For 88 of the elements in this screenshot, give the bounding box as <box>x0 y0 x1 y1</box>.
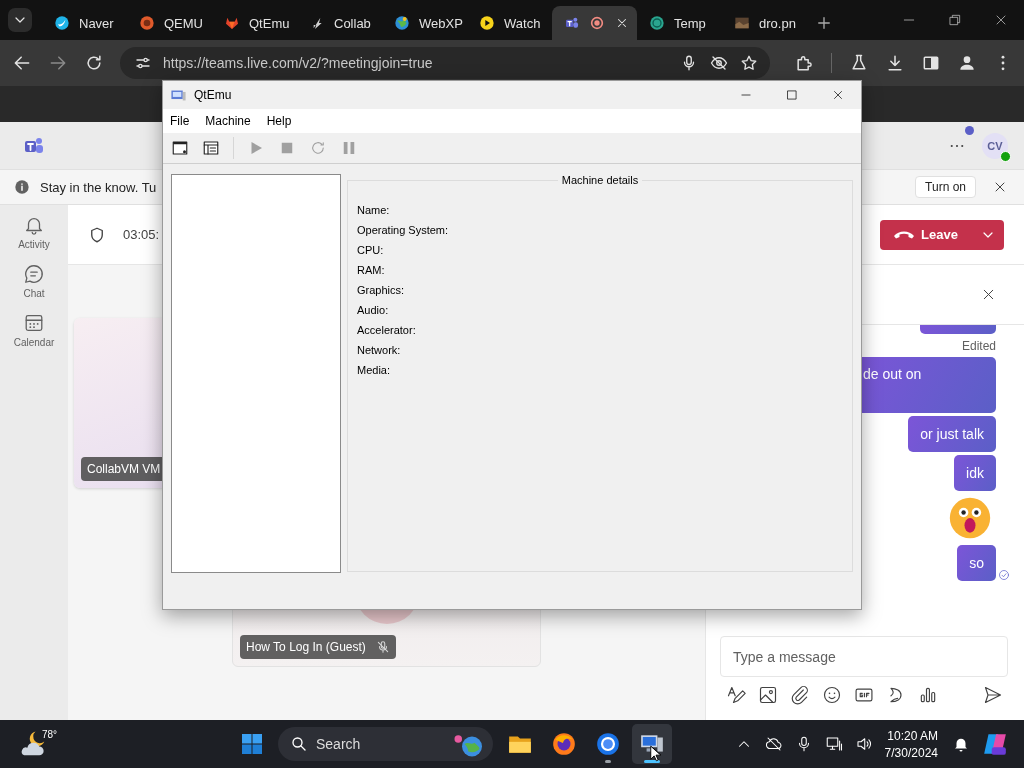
tab-title: Temp <box>674 15 706 31</box>
browser-tab[interactable] <box>552 6 637 40</box>
field-label: Audio: <box>357 303 390 318</box>
globe-icon <box>394 15 410 31</box>
field-label: Media: <box>357 363 392 378</box>
tab-title: QtEmu <box>249 15 290 31</box>
circle-icon <box>649 15 665 31</box>
field-label: Graphics: <box>357 283 406 298</box>
tab-title: Naver <box>79 15 114 31</box>
image-icon[interactable] <box>758 685 778 705</box>
group-title: Machine details <box>560 174 640 186</box>
browser-tab[interactable]: dro.pn <box>722 6 807 40</box>
browser-tab[interactable]: WebXP <box>382 6 467 40</box>
fox-icon <box>551 731 577 757</box>
bookmark-star-icon[interactable] <box>740 54 758 72</box>
mic-off-icon <box>375 640 390 654</box>
field-label: Operating System: <box>357 223 450 238</box>
window-title: QtEmu <box>194 88 232 102</box>
field-label: RAM: <box>357 263 386 278</box>
calendar-icon[interactable] <box>23 312 45 334</box>
clock-date[interactable]: 7/30/2024 <box>884 745 938 760</box>
turn-on-button[interactable]: Turn on <box>915 176 976 198</box>
banner-text: Stay in the know. Tu <box>40 179 157 195</box>
edited-label: Edited <box>961 339 996 353</box>
notification-dot <box>965 126 974 135</box>
info-icon <box>14 179 30 195</box>
field-label: CPU: <box>357 243 385 258</box>
rail-label[interactable]: Activity <box>18 239 50 250</box>
phone-icon <box>894 230 914 239</box>
user-avatar[interactable]: CV <box>982 132 1008 159</box>
eye-off-icon[interactable] <box>710 54 728 72</box>
people-icon <box>564 15 580 31</box>
status-dot <box>1000 150 1011 162</box>
ring-icon <box>595 731 621 757</box>
shield-icon <box>88 225 106 244</box>
emoji <box>948 496 992 540</box>
browser-tab[interactable]: QtEmu <box>212 6 297 40</box>
field-label: Accelerator: <box>357 323 417 338</box>
close-icon[interactable] <box>615 16 629 30</box>
url-text: https://teams.live.com/v2/?meetingjoin=true <box>163 55 433 71</box>
fox-icon <box>224 15 240 31</box>
tab-title: dro.pn <box>759 15 796 31</box>
tab-title: WebXP <box>419 15 463 31</box>
rail-label[interactable]: Chat <box>23 288 45 299</box>
window-icon[interactable] <box>171 139 189 157</box>
send-icon[interactable] <box>983 685 1003 705</box>
menu-item[interactable]: Help <box>258 114 300 128</box>
search-icon <box>290 735 308 753</box>
menu-item[interactable]: Machine <box>197 114 259 128</box>
field-label: Name: <box>357 203 391 218</box>
tab-title: QEMU <box>164 15 203 31</box>
message-field[interactable]: Type a message <box>720 636 1008 677</box>
search-label: Search <box>316 736 361 752</box>
tab-title: Watch <box>504 15 541 31</box>
clock-time[interactable]: 10:20 AM <box>887 728 938 743</box>
play-icon <box>479 15 495 31</box>
format-icon[interactable] <box>726 685 746 705</box>
message-bubble: so <box>957 545 996 581</box>
message-bubble: or just talk <box>908 416 996 452</box>
meeting-timer: 03:05: <box>123 227 160 242</box>
field-label: Network: <box>357 343 402 358</box>
taskbar-app[interactable] <box>632 724 672 764</box>
orb-icon <box>139 15 155 31</box>
bird-icon <box>54 15 70 31</box>
browser-tab[interactable]: Naver <box>42 6 127 40</box>
list-icon[interactable] <box>202 139 220 157</box>
name-text: How To Log In (Guest) <box>246 640 366 654</box>
poll-icon[interactable] <box>918 685 938 705</box>
rail-label[interactable]: Calendar <box>13 337 55 348</box>
new-tab-button[interactable] <box>815 14 833 32</box>
message-bubble: idk <box>954 455 996 491</box>
search-box[interactable]: Search <box>278 727 493 761</box>
browser-tab[interactable]: QEMU <box>127 6 212 40</box>
smiley-icon[interactable] <box>822 685 842 705</box>
paperclip-icon[interactable] <box>790 685 810 705</box>
tab-title: Collab <box>334 15 371 31</box>
leave-button[interactable]: Leave <box>880 219 1004 250</box>
address-bar[interactable]: https://teams.live.com/v2/?meetingjoin=true <box>120 47 770 79</box>
browser-tab[interactable]: Collab <box>297 6 382 40</box>
menu-item[interactable]: File <box>163 114 198 128</box>
chat-icon[interactable] <box>23 263 45 285</box>
name-text: CollabVM VM <box>87 462 161 476</box>
recording-icon <box>589 15 605 31</box>
image-icon <box>734 15 750 31</box>
browser-tab[interactable]: Temp <box>637 6 722 40</box>
temperature[interactable]: 78° <box>42 729 58 740</box>
tab-search-button[interactable] <box>8 8 32 32</box>
browser-tab[interactable]: Watch <box>467 6 552 40</box>
